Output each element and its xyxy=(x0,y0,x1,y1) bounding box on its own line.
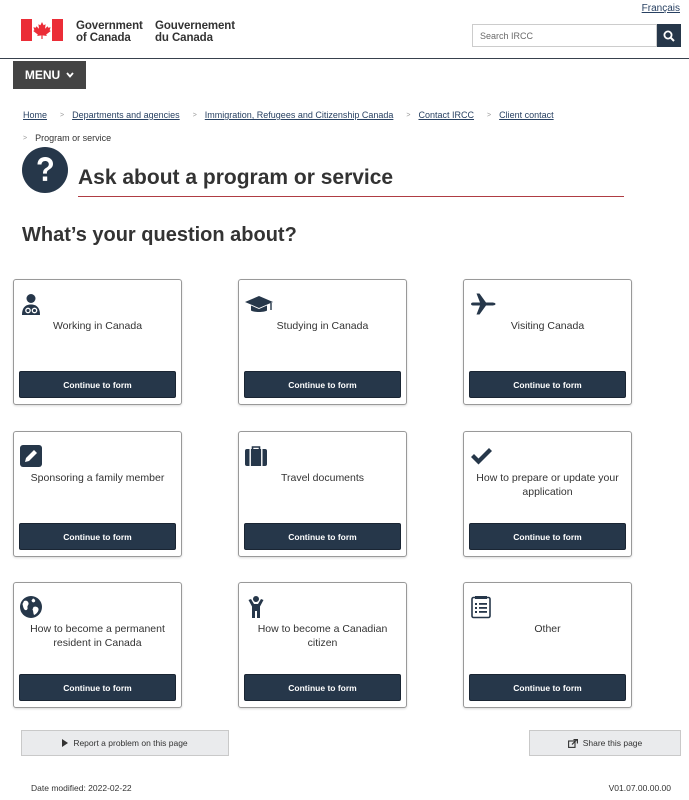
caret-right-icon xyxy=(62,739,69,747)
breadcrumb-item-home[interactable]: Home xyxy=(23,104,47,126)
search-form xyxy=(472,24,681,47)
breadcrumb-separator: > xyxy=(60,112,65,119)
search-button[interactable] xyxy=(657,24,681,47)
search-icon xyxy=(663,30,675,42)
card-sponsoring-family: Sponsoring a family member Continue to f… xyxy=(13,431,182,557)
breadcrumb-item-client-contact[interactable]: Client contact xyxy=(499,104,554,126)
card-other: Other Continue to form xyxy=(463,582,632,708)
plane-icon xyxy=(471,293,496,315)
continue-to-form-button-sponsoring[interactable]: Continue to form xyxy=(19,523,176,550)
menu-button[interactable]: MENU xyxy=(13,61,86,89)
canada-flag-icon xyxy=(21,19,63,41)
breadcrumb-separator: > xyxy=(192,112,197,119)
card-label: Other xyxy=(534,623,561,635)
breadcrumb-separator: > xyxy=(487,112,492,119)
continue-to-form-button-permanent-resident[interactable]: Continue to form xyxy=(19,674,176,701)
continue-to-form-button-travel[interactable]: Continue to form xyxy=(244,523,401,550)
language-toggle-link[interactable]: Français xyxy=(642,3,680,14)
globe-icon xyxy=(20,596,42,618)
wordmark-en-line1: Government xyxy=(76,20,143,32)
card-visiting-canada: Visiting Canada Continue to form xyxy=(463,279,632,405)
wordmark-english: Government of Canada xyxy=(76,20,143,44)
wordmark-en-line2: of Canada xyxy=(76,32,131,44)
continue-to-form-button-studying[interactable]: Continue to form xyxy=(244,371,401,398)
chevron-down-icon xyxy=(66,72,74,78)
card-label: Sponsoring a family member xyxy=(30,472,165,484)
card-permanent-resident: How to become a permanent resident in Ca… xyxy=(13,582,182,708)
menu-label: MENU xyxy=(24,68,61,82)
breadcrumb-item-departments[interactable]: Departments and agencies xyxy=(72,104,180,126)
date-modified: Date modified: 2022-02-22 xyxy=(31,783,132,793)
title-underline xyxy=(78,196,624,197)
page-title: Ask about a program or service xyxy=(78,166,394,189)
share-icon xyxy=(567,738,578,748)
breadcrumb-separator: > xyxy=(406,112,411,119)
list-icon xyxy=(471,596,491,619)
card-label: How to prepare or update your applicatio… xyxy=(476,472,619,498)
card-canadian-citizen: How to become a Canadian citizen Continu… xyxy=(238,582,407,708)
wordmark-fr-line2: du Canada xyxy=(155,32,213,44)
wordmark-fr-line1: Gouvernement xyxy=(155,20,235,32)
question-heading: What’s your question about? xyxy=(22,224,297,246)
card-label: Travel documents xyxy=(280,472,365,484)
suitcase-icon xyxy=(245,446,267,466)
card-label: How to become a permanent resident in Ca… xyxy=(30,623,165,649)
continue-to-form-button-visiting[interactable]: Continue to form xyxy=(469,371,626,398)
continue-to-form-button-citizen[interactable]: Continue to form xyxy=(244,674,401,701)
share-page-label: Share this page xyxy=(582,738,643,748)
breadcrumb-item-ircc[interactable]: Immigration, Refugees and Citizenship Ca… xyxy=(205,104,394,126)
question-circle-icon xyxy=(22,147,68,193)
card-label: Studying in Canada xyxy=(276,320,369,332)
search-input[interactable] xyxy=(472,24,657,47)
continue-to-form-button-prepare[interactable]: Continue to form xyxy=(469,523,626,550)
share-page-button[interactable]: Share this page xyxy=(529,730,681,756)
card-label: Working in Canada xyxy=(52,320,143,332)
report-problem-label: Report a problem on this page xyxy=(73,738,188,748)
card-studying-in-canada: Studying in Canada Continue to form xyxy=(238,279,407,405)
continue-to-form-button-working[interactable]: Continue to form xyxy=(19,371,176,398)
card-prepare-application: How to prepare or update your applicatio… xyxy=(463,431,632,557)
breadcrumb-item-contact-ircc[interactable]: Contact IRCC xyxy=(418,104,474,126)
report-problem-button[interactable]: Report a problem on this page xyxy=(21,730,229,756)
pencil-icon xyxy=(20,445,42,467)
card-travel-documents: Travel documents Continue to form xyxy=(238,431,407,557)
checkmark-icon xyxy=(471,448,492,465)
card-label: Visiting Canada xyxy=(510,320,585,332)
user-md-icon xyxy=(22,294,40,315)
graduation-cap-icon xyxy=(245,296,273,312)
person-icon xyxy=(248,596,264,618)
card-working-in-canada: Working in Canada Continue to form xyxy=(13,279,182,405)
card-label: How to become a Canadian citizen xyxy=(257,623,388,649)
breadcrumb: Home > Departments and agencies > Immigratio… xyxy=(23,104,663,150)
version-number: V01.07.00.00.00 xyxy=(608,783,671,793)
header-divider xyxy=(0,58,689,59)
wordmark-french: Gouvernement du Canada xyxy=(155,20,235,44)
continue-to-form-button-other[interactable]: Continue to form xyxy=(469,674,626,701)
breadcrumb-current: Program or service xyxy=(35,133,112,143)
